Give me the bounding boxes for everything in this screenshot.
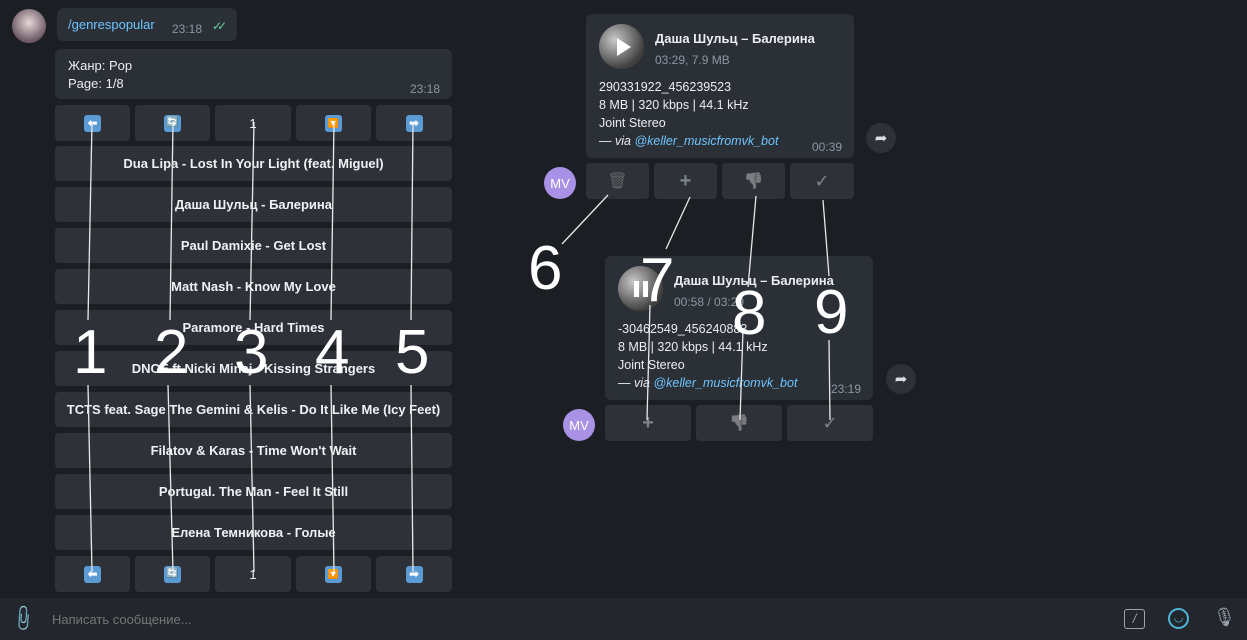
prev-page-button[interactable]: ⬅	[55, 105, 130, 141]
audio-id: 290331922_456239523	[599, 80, 732, 94]
play-icon	[616, 37, 631, 56]
annotation-label: 8	[732, 279, 767, 348]
audio-id: -30462549_456240883	[618, 322, 748, 336]
track-button[interactable]: Даша Шульц - Балерина	[55, 187, 452, 222]
prev-page-button-bottom[interactable]: ⬅	[55, 556, 130, 592]
bot-link[interactable]: @keller_musicfromvk_bot	[653, 376, 797, 390]
annotation-label: 2	[154, 318, 189, 387]
add-button[interactable]: +	[605, 405, 691, 441]
arrow-down-icon: 🔽	[325, 114, 342, 132]
attach-icon[interactable]: 📎	[8, 603, 39, 634]
page-number: 1	[249, 115, 257, 131]
next-page-button-bottom[interactable]: ➡	[376, 556, 452, 592]
dislike-button[interactable]: 👎	[696, 405, 782, 441]
annotation-label: 4	[315, 318, 350, 387]
genre-message: Жанр: Pop Page: 1/8 23:18	[55, 49, 452, 99]
share-icon[interactable]: ➦	[886, 364, 916, 394]
add-button[interactable]: +	[654, 163, 717, 199]
share-icon[interactable]: ➦	[866, 123, 896, 153]
command-bubble: /genrespopular 23:18 ✓✓	[57, 8, 237, 41]
thumbs-down-icon: 👎	[729, 415, 749, 432]
genre-time: 23:18	[410, 82, 441, 96]
page-number: 1	[249, 566, 257, 582]
confirm-button[interactable]: ✓	[790, 163, 854, 199]
via-line: — via @keller_musicfromvk_bot	[618, 376, 798, 390]
bot-link[interactable]: @keller_musicfromvk_bot	[634, 134, 778, 148]
arrow-right-icon: ➡	[405, 114, 423, 132]
track-button[interactable]: Dua Lipa - Lost In Your Light (feat. Mig…	[55, 146, 452, 181]
down-button[interactable]: 🔽	[296, 105, 371, 141]
command-text[interactable]: /genrespopular	[68, 17, 155, 32]
audio-mode: Joint Stereo	[599, 116, 666, 130]
audio-meta: 03:29, 7.9 MB	[655, 53, 730, 67]
plus-icon: +	[679, 169, 692, 192]
audio-mode: Joint Stereo	[618, 358, 685, 372]
message-composer: 📎 / ◡ 🎙	[0, 598, 1247, 640]
command-time: 23:18	[172, 22, 203, 36]
refresh-icon: 🔄	[164, 114, 181, 132]
avatar[interactable]: MV	[544, 167, 576, 199]
track-button[interactable]: TCTS feat. Sage The Gemini & Kelis - Do …	[55, 392, 452, 427]
annotation-label: 1	[73, 318, 108, 387]
arrow-down-icon: 🔽	[325, 565, 342, 583]
refresh-button-bottom[interactable]: 🔄	[135, 556, 210, 592]
emoji-icon[interactable]: ◡	[1168, 608, 1189, 629]
read-check-icon: ✓✓	[212, 19, 227, 33]
avatar[interactable]: MV	[563, 409, 595, 441]
via-line: — via @keller_musicfromvk_bot	[599, 134, 779, 148]
arrow-right-icon: ➡	[405, 565, 423, 583]
plus-icon: +	[642, 411, 654, 434]
audio-message-1: Даша Шульц – Балерина 03:29, 7.9 MB 2903…	[586, 14, 854, 158]
annotation-label: 3	[234, 318, 269, 387]
thumbs-down-icon: 👎	[743, 173, 764, 190]
track-button[interactable]: Portugal. The Man - Feel It Still	[55, 474, 452, 509]
trash-icon: 🗑	[607, 173, 628, 190]
page-label: Page: 1/8	[68, 76, 124, 91]
play-button[interactable]	[599, 24, 644, 69]
annotation-label: 5	[395, 318, 430, 387]
message-input[interactable]	[52, 608, 952, 630]
audio-time: 23:19	[831, 382, 862, 396]
arrow-left-icon: ⬅	[84, 114, 101, 132]
page-number-button-bottom[interactable]: 1	[215, 556, 291, 592]
track-button[interactable]: Елена Темникова - Голые	[55, 515, 452, 550]
refresh-button[interactable]: 🔄	[135, 105, 210, 141]
bot-commands-icon[interactable]: /	[1124, 609, 1145, 629]
refresh-icon: 🔄	[164, 565, 181, 583]
track-button[interactable]: Paul Damixie - Get Lost	[55, 228, 452, 263]
genre-label: Жанр: Pop	[68, 58, 133, 73]
arrow-left-icon: ⬅	[84, 565, 101, 583]
microphone-icon[interactable]: 🎙	[1213, 607, 1236, 628]
track-button[interactable]: Matt Nash - Know My Love	[55, 269, 452, 304]
delete-button[interactable]: 🗑	[586, 163, 649, 199]
page-number-button[interactable]: 1	[215, 105, 291, 141]
audio-time: 00:39	[812, 140, 843, 154]
next-page-button[interactable]: ➡	[376, 105, 452, 141]
user-avatar[interactable]	[12, 9, 46, 43]
audio-quality: 8 MB | 320 kbps | 44.1 kHz	[599, 98, 749, 112]
annotation-label: 7	[640, 246, 675, 315]
annotation-label: 6	[528, 234, 563, 303]
confirm-button[interactable]: ✓	[787, 405, 873, 441]
check-icon: ✓	[822, 412, 838, 433]
check-icon: ✓	[814, 170, 830, 191]
down-button-bottom[interactable]: 🔽	[296, 556, 371, 592]
track-button[interactable]: Filatov & Karas - Time Won't Wait	[55, 433, 452, 468]
annotation-label: 9	[814, 278, 849, 347]
dislike-button[interactable]: 👎	[722, 163, 785, 199]
audio-title: Даша Шульц – Балерина	[655, 31, 815, 46]
